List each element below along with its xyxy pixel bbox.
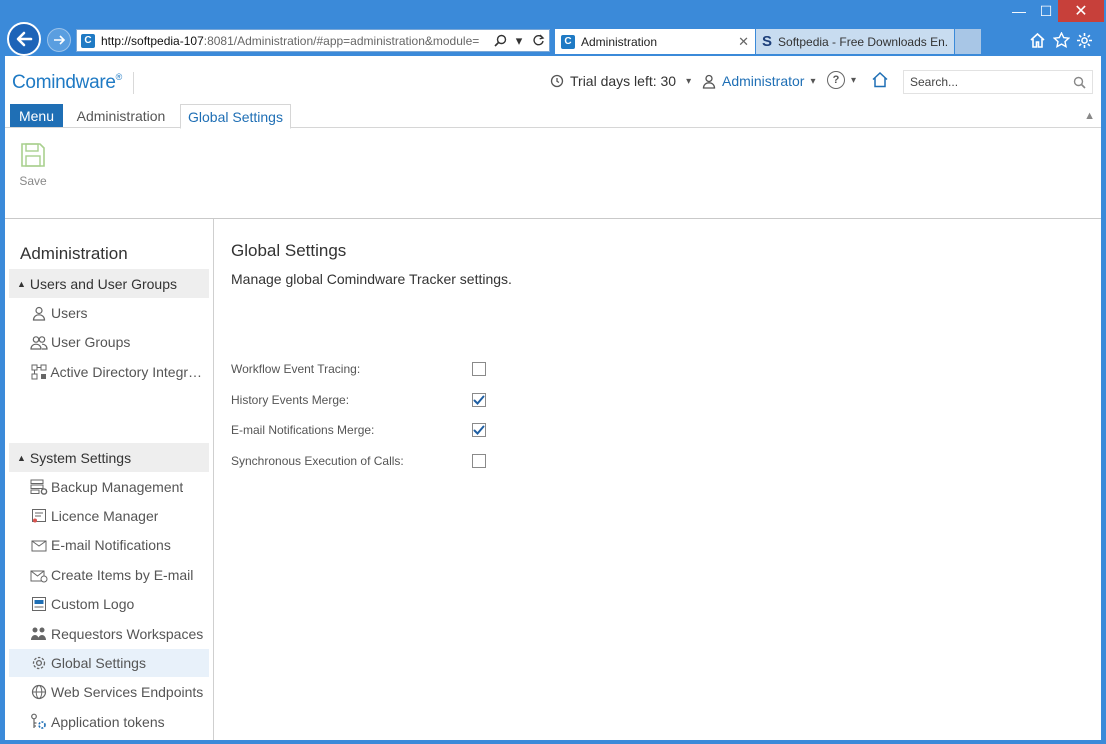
email-notifications-merge-checkbox[interactable]	[472, 423, 486, 437]
user-icon	[702, 74, 716, 89]
site-favicon-icon: C	[81, 33, 95, 48]
help-icon: ?	[827, 71, 845, 89]
home-icon[interactable]	[1027, 30, 1047, 50]
search-box[interactable]	[903, 70, 1093, 94]
setting-row-workflow-event-tracing: Workflow Event Tracing:	[231, 357, 501, 381]
search-input[interactable]	[910, 75, 1073, 89]
page-description: Manage global Comindware Tracker setting…	[231, 271, 512, 287]
app-header: Comindware® Trial days left: 30 ▾ Admini…	[5, 56, 1101, 106]
sidebar-group-users-and-user-groups[interactable]: ▲ Users and User Groups	[9, 269, 209, 298]
new-tab-button[interactable]	[955, 29, 981, 54]
save-label: Save	[19, 174, 47, 188]
envelope-icon	[29, 536, 49, 554]
browser-window: C http://softpedia-107:8081/Administrati…	[0, 0, 1106, 744]
sidebar-item-user-groups[interactable]: User Groups	[9, 328, 209, 356]
sidebar-item-email-notifications[interactable]: E-mail Notifications	[9, 531, 209, 559]
app-tab-strip: Menu Administration Global Settings ▲	[5, 104, 1101, 129]
user-name: Administrator	[722, 73, 805, 89]
sidebar-item-create-items-by-email[interactable]: Create Items by E-mail	[9, 561, 209, 589]
search-icon[interactable]	[1073, 76, 1086, 89]
sidebar-item-web-services-endpoints[interactable]: Web Services Endpoints	[9, 678, 209, 706]
page-content: Comindware® Trial days left: 30 ▾ Admini…	[5, 56, 1101, 740]
trial-indicator[interactable]: Trial days left: 30 ▾	[550, 73, 691, 89]
setting-row-history-events-merge: History Events Merge:	[231, 388, 501, 412]
caret-up-icon: ▲	[17, 278, 26, 289]
tab-global-settings[interactable]: Global Settings	[180, 104, 291, 129]
refresh-icon[interactable]	[530, 33, 546, 49]
sidebar-item-global-settings[interactable]: Global Settings	[9, 649, 209, 677]
user-menu[interactable]: Administrator ▾	[702, 73, 816, 89]
chevron-down-icon: ▾	[851, 74, 857, 86]
checkmark-icon	[473, 395, 485, 405]
sidebar-item-application-tokens[interactable]: Application tokens	[9, 708, 209, 736]
workflow-event-tracing-checkbox[interactable]	[472, 362, 486, 376]
clock-icon	[550, 74, 564, 88]
synchronous-execution-checkbox[interactable]	[472, 454, 486, 468]
forward-button[interactable]	[47, 28, 71, 52]
browser-tab-softpedia[interactable]: S Softpedia - Free Downloads En...	[756, 29, 954, 54]
history-events-merge-checkbox[interactable]	[472, 393, 486, 407]
caret-up-icon: ▲	[17, 452, 26, 463]
save-button[interactable]: Save	[13, 142, 53, 188]
tab-title: Softpedia - Free Downloads En...	[778, 34, 948, 49]
licence-certificate-icon	[29, 507, 49, 525]
close-window-button[interactable]: ✕	[1058, 0, 1104, 22]
arrow-left-icon	[16, 31, 33, 47]
sidebar-item-active-directory[interactable]: Active Directory Integrati...	[9, 358, 209, 386]
softpedia-favicon-icon: S	[762, 33, 773, 50]
comindware-logo[interactable]: Comindware®	[12, 72, 122, 94]
user-group-icon	[29, 333, 49, 351]
ribbon-toolbar: Save	[5, 129, 1101, 219]
admin-sidebar: Administration ▲ Users and User Groups U…	[5, 219, 214, 740]
globe-icon	[29, 683, 49, 701]
user-icon	[29, 304, 49, 322]
url-text[interactable]: http://softpedia-107:8081/Administration…	[101, 34, 492, 48]
chevron-down-icon: ▾	[686, 75, 692, 87]
active-directory-icon	[29, 363, 48, 381]
settings-gear-icon[interactable]	[1074, 30, 1094, 50]
sidebar-item-backup-management[interactable]: Backup Management	[9, 473, 209, 501]
favorites-star-icon[interactable]	[1051, 30, 1071, 50]
sidebar-item-requestors-workspaces[interactable]: Requestors Workspaces	[9, 620, 209, 648]
custom-logo-icon	[29, 595, 49, 613]
sidebar-item-users[interactable]: Users	[9, 299, 209, 327]
trial-text: Trial days left: 30	[570, 73, 677, 89]
setting-row-synchronous-execution: Synchronous Execution of Calls:	[231, 449, 501, 473]
sidebar-group-system-settings[interactable]: ▲ System Settings	[9, 443, 209, 472]
setting-row-email-notifications-merge: E-mail Notifications Merge:	[231, 418, 501, 442]
token-key-icon	[29, 713, 49, 731]
sidebar-item-custom-logo[interactable]: Custom Logo	[9, 590, 209, 618]
backup-server-icon	[29, 478, 49, 496]
collapse-ribbon-icon[interactable]: ▲	[1084, 110, 1095, 122]
close-tab-icon[interactable]: ✕	[738, 34, 749, 50]
settings-panel: Global Settings Manage global Comindware…	[231, 219, 1091, 740]
email-create-icon	[29, 566, 49, 584]
gear-icon	[29, 654, 49, 672]
minimize-button[interactable]: —	[1004, 0, 1034, 22]
logo-divider	[133, 72, 134, 94]
save-icon	[21, 143, 45, 167]
browser-tab-administration[interactable]: C Administration ✕	[555, 29, 755, 54]
checkmark-icon	[473, 425, 485, 435]
maximize-button[interactable]: ☐	[1034, 0, 1058, 22]
help-menu[interactable]: ? ▾	[827, 71, 856, 89]
home-icon	[872, 71, 888, 88]
requestors-icon	[29, 625, 49, 643]
sidebar-item-licence-manager[interactable]: Licence Manager	[9, 502, 209, 530]
arrow-right-icon	[54, 35, 65, 45]
home-button[interactable]	[871, 71, 889, 93]
back-button[interactable]	[7, 22, 41, 56]
tab-administration[interactable]: Administration	[67, 104, 175, 128]
sidebar-title: Administration	[20, 244, 128, 263]
page-title: Global Settings	[231, 241, 347, 260]
comindware-favicon-icon: C	[561, 34, 575, 49]
menu-button[interactable]: Menu	[10, 104, 63, 127]
dropdown-arrow-icon[interactable]: ▾	[511, 33, 527, 49]
browser-chrome: C http://softpedia-107:8081/Administrati…	[0, 0, 1106, 56]
search-icon[interactable]	[492, 33, 508, 49]
tab-title: Administration	[581, 34, 658, 49]
chevron-down-icon: ▾	[810, 75, 816, 87]
address-bar[interactable]: C http://softpedia-107:8081/Administrati…	[76, 29, 550, 52]
